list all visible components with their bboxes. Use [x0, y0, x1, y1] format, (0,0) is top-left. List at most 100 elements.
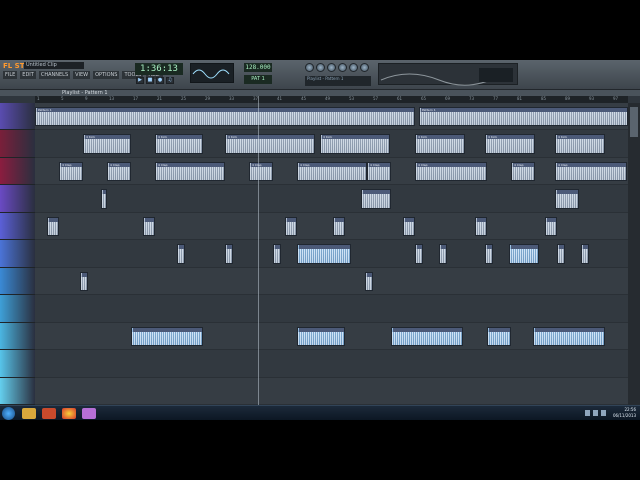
scroll-thumb[interactable] — [630, 107, 638, 137]
tempo-display[interactable]: 128.000 — [244, 63, 272, 72]
playlist-clip[interactable]: 4 Clap — [155, 161, 225, 182]
menu-file[interactable]: FILE — [3, 71, 18, 79]
playlist-clip[interactable] — [143, 216, 155, 237]
playlist-clip[interactable]: 4 Clap — [367, 161, 391, 182]
playlist-lane[interactable] — [35, 377, 628, 405]
volume-icon[interactable] — [593, 410, 598, 416]
playlist-clip[interactable] — [225, 244, 233, 264]
track-header[interactable] — [0, 240, 35, 268]
playlist-clip[interactable] — [101, 189, 107, 209]
playlist-clip[interactable]: 4 Clap — [297, 161, 367, 182]
playlist-clip[interactable] — [485, 244, 493, 264]
playlist-clip[interactable] — [487, 326, 511, 347]
browser-icon[interactable] — [338, 63, 347, 72]
playlist-clip[interactable] — [403, 216, 415, 237]
project-title-field[interactable]: Untitled Clip — [24, 62, 84, 69]
playlist-clip[interactable]: 4 Clap — [555, 161, 627, 182]
menu-edit[interactable]: EDIT — [20, 71, 36, 79]
playlist-clip[interactable]: 4 Kick — [83, 134, 131, 154]
playlist-clip[interactable] — [391, 326, 463, 347]
playlist-lane[interactable] — [35, 267, 628, 296]
playlist-clip[interactable]: 4 Clap — [249, 161, 273, 182]
track-header[interactable] — [0, 295, 35, 323]
playlist-clip[interactable] — [545, 216, 557, 237]
piano-roll-icon[interactable] — [327, 63, 336, 72]
clip-waveform — [476, 221, 486, 236]
playlist-clip[interactable] — [333, 216, 345, 237]
stop-icon[interactable]: ■ — [146, 77, 154, 84]
playlist-clip[interactable] — [509, 244, 539, 264]
record-icon[interactable]: ● — [156, 77, 164, 84]
playlist-lane[interactable] — [35, 185, 628, 213]
fl-studio-icon[interactable] — [82, 408, 96, 419]
playlist-clip[interactable]: 4 Clap — [107, 161, 131, 182]
menu-options[interactable]: OPTIONS — [93, 71, 120, 79]
plugin-icon[interactable] — [360, 63, 369, 72]
track-header[interactable] — [0, 185, 35, 213]
track-header[interactable] — [0, 130, 35, 158]
network-icon[interactable] — [585, 410, 590, 416]
playlist-clip[interactable] — [131, 326, 203, 347]
playlist-clip[interactable] — [80, 271, 88, 292]
track-header[interactable] — [0, 322, 35, 351]
playlist-clip[interactable]: 4 Kick — [485, 134, 535, 154]
playlist-clip[interactable] — [361, 189, 391, 209]
clip-waveform — [546, 221, 556, 236]
step-sequencer-icon[interactable] — [316, 63, 325, 72]
playlist-clip[interactable] — [415, 244, 423, 264]
playlist-clip[interactable]: Pattern 1 — [419, 107, 628, 127]
track-header[interactable] — [0, 267, 35, 296]
playlist-clip[interactable]: 4 Kick — [155, 134, 203, 154]
explorer-icon[interactable] — [22, 408, 36, 419]
playlist-clip[interactable]: 4 Kick — [415, 134, 465, 154]
playlist-lane[interactable] — [35, 212, 628, 241]
pattern-song-toggle[interactable]: ♫ — [166, 77, 174, 84]
timeline-ruler[interactable]: 1 5 9 13 17 21 25 29 33 37 41 45 49 53 57 61 65 69 73 77 81 8… — [35, 96, 628, 103]
playlist-clip[interactable] — [475, 216, 487, 237]
playlist-clip[interactable]: 4 Kick — [225, 134, 315, 154]
playlist-clip[interactable] — [533, 326, 605, 347]
playlist-clip[interactable]: 4 Clap — [59, 161, 83, 182]
playlist-clip[interactable] — [177, 244, 185, 264]
playlist-clip[interactable] — [557, 244, 565, 264]
chrome-icon[interactable] — [62, 408, 76, 419]
playlist-clip[interactable]: 4 Kick — [555, 134, 605, 154]
playhead[interactable] — [258, 96, 259, 405]
playlist-clip[interactable] — [273, 244, 281, 264]
track-header[interactable] — [0, 157, 35, 186]
pattern-selector[interactable]: PAT 1 — [244, 75, 272, 84]
flag-icon[interactable] — [601, 410, 606, 416]
track-header[interactable] — [0, 212, 35, 241]
clip-waveform — [556, 194, 578, 208]
playlist-lanes[interactable]: Pattern 1 Pattern 14 Kick 4 Kick 4 Kick 4 Ki… — [35, 103, 628, 405]
playlist-clip[interactable] — [555, 189, 579, 209]
start-button[interactable] — [2, 407, 15, 420]
playlist-clip[interactable]: 4 Clap — [415, 161, 487, 182]
song-position-display[interactable]: 1:36:13 — [135, 63, 183, 75]
track-header[interactable] — [0, 350, 35, 378]
playlist-lane[interactable] — [35, 350, 628, 378]
playlist-clip[interactable]: Pattern 1 — [35, 107, 415, 127]
playlist-clip[interactable] — [297, 244, 351, 264]
clip-waveform — [366, 276, 372, 291]
track-header[interactable] — [0, 377, 35, 405]
play-icon[interactable]: ▶ — [136, 77, 144, 84]
playlist-clip[interactable]: 4 Kick — [320, 134, 390, 154]
media-icon[interactable] — [42, 408, 56, 419]
playlist-clip[interactable] — [47, 216, 59, 237]
menu-view[interactable]: VIEW — [73, 71, 91, 79]
playlist-clip[interactable] — [285, 216, 297, 237]
playlist-clip[interactable] — [439, 244, 447, 264]
vertical-scrollbar[interactable] — [628, 103, 640, 405]
mixer-icon[interactable] — [349, 63, 358, 72]
playlist-icon[interactable] — [305, 63, 314, 72]
taskbar-clock[interactable]: 22:56 06/11/2013 — [613, 407, 636, 419]
playlist-clip[interactable] — [297, 326, 345, 347]
playlist-clip[interactable]: 4 Clap — [511, 161, 535, 182]
playlist-lane[interactable] — [35, 295, 628, 323]
playlist-clip[interactable] — [581, 244, 589, 264]
playlist-clip[interactable] — [365, 271, 373, 292]
track-header[interactable] — [0, 103, 35, 131]
clip-waveform — [102, 194, 106, 208]
menu-channels[interactable]: CHANNELS — [38, 71, 71, 79]
